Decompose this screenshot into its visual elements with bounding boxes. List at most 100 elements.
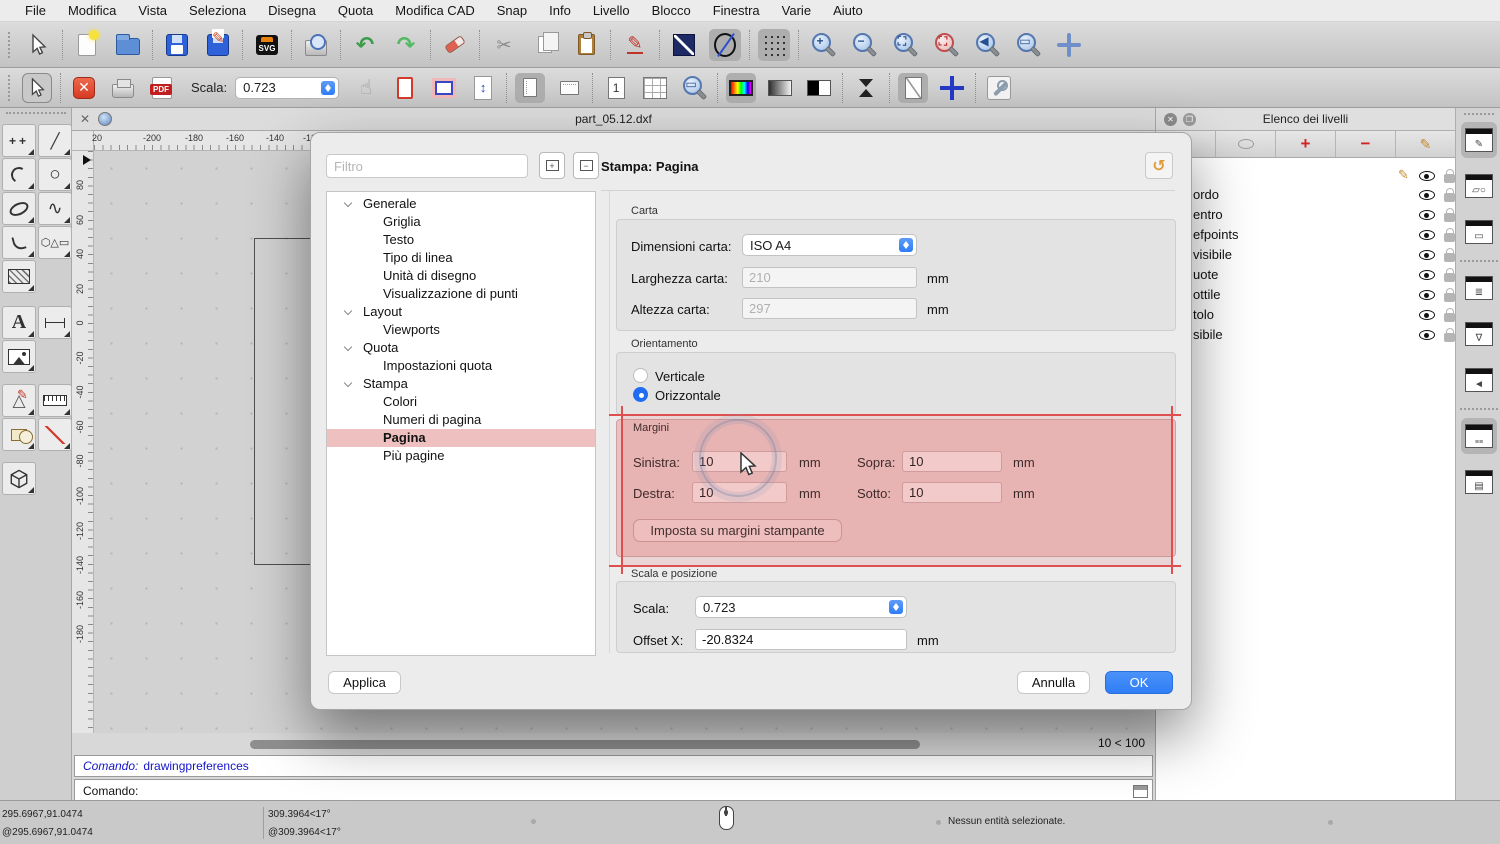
eye-icon[interactable] <box>1419 230 1435 240</box>
redo-button[interactable]: ↷ <box>390 29 422 61</box>
viewports-panel-button[interactable]: ▭ <box>1461 214 1497 250</box>
landscape-radio[interactable] <box>633 387 648 402</box>
remove-layer-button[interactable]: − <box>1336 131 1396 157</box>
tree-item-colori[interactable]: Colori <box>327 393 595 411</box>
open-file-button[interactable] <box>112 29 144 61</box>
grid-toggle-button[interactable] <box>758 28 790 61</box>
tree-item-pi-pagine[interactable]: Più pagine <box>327 447 595 465</box>
lock-icon[interactable] <box>1444 208 1455 222</box>
tree-item-visualizzazione-di-punti[interactable]: Visualizzazione di punti <box>327 285 595 303</box>
tree-item-stampa[interactable]: Stampa <box>327 375 595 393</box>
layer-row[interactable]: visibile <box>1156 245 1455 265</box>
new-file-button[interactable] <box>71 29 103 61</box>
paper-height-input[interactable]: 297 <box>742 298 917 319</box>
zoom-previous-button[interactable]: ◀ <box>971 29 1003 61</box>
menu-item[interactable]: Seleziona <box>178 3 257 18</box>
menu-item[interactable]: Aiuto <box>822 3 874 18</box>
margin-bottom-input[interactable]: 10 <box>902 482 1002 503</box>
edit-button[interactable]: ✎ <box>619 29 651 61</box>
point-tool-button[interactable]: ++ <box>2 124 36 157</box>
grayscale-button[interactable] <box>765 73 795 103</box>
draw-tools-button[interactable]: △ ✎ <box>2 384 36 417</box>
printer-margins-button[interactable]: Imposta su margini stampante <box>633 519 842 542</box>
command-line-panel-button[interactable]: ≡≡ <box>1461 418 1497 454</box>
cut-button[interactable]: ✂ <box>488 29 520 61</box>
lock-icon[interactable] <box>1444 188 1455 202</box>
print-preview-button[interactable] <box>300 29 332 61</box>
zoom-out-button[interactable]: − <box>848 29 880 61</box>
menu-item[interactable]: File <box>14 3 57 18</box>
ok-button[interactable]: OK <box>1105 671 1173 694</box>
multi-page-button[interactable] <box>640 73 670 103</box>
lock-icon[interactable] <box>1444 288 1455 302</box>
layer-list-panel-button[interactable]: ≣ <box>1461 270 1497 306</box>
horizontal-scrollbar[interactable]: 10 < 100 <box>94 733 1155 756</box>
menu-item[interactable]: Blocco <box>641 3 702 18</box>
hairline-button[interactable] <box>851 73 881 103</box>
property-editor-panel-button[interactable]: ✎ <box>1461 122 1497 158</box>
eye-icon[interactable] <box>1419 270 1435 280</box>
auto-center-button[interactable]: ↕ <box>468 73 498 103</box>
menu-item[interactable]: Vista <box>127 3 178 18</box>
menu-item[interactable]: Quota <box>327 3 384 18</box>
lock-icon[interactable] <box>1444 308 1455 322</box>
pan-page-button[interactable]: ☝ <box>351 73 381 103</box>
tree-item-pagina[interactable]: Pagina <box>327 429 595 447</box>
delete-button[interactable] <box>439 29 471 61</box>
expand-all-button[interactable]: + <box>539 152 565 179</box>
spline-tool-button[interactable]: ∿ <box>38 192 72 225</box>
eye-icon[interactable] <box>1419 330 1435 340</box>
stepper-icon[interactable] <box>899 238 913 252</box>
offset-x-input[interactable]: -20.8324 <box>695 629 907 650</box>
tree-item-impostazioni-quota[interactable]: Impostazioni quota <box>327 357 595 375</box>
menu-item[interactable]: Modifica <box>57 3 127 18</box>
tree-item-layout[interactable]: Layout <box>327 303 595 321</box>
scale-combobox[interactable]: 0.723 <box>235 76 340 99</box>
eye-icon[interactable] <box>1419 190 1435 200</box>
auto-fit-page-button[interactable] <box>429 73 459 103</box>
tree-item-unit-di-disegno[interactable]: Unità di disegno <box>327 267 595 285</box>
close-preview-button[interactable]: ✕ <box>69 73 99 103</box>
clipboard-panel-button[interactable]: ▤ <box>1461 464 1497 500</box>
blocks-panel-button[interactable]: ▱○ <box>1461 168 1497 204</box>
apply-button[interactable]: Applica <box>328 671 401 694</box>
tree-item-tipo-di-linea[interactable]: Tipo di linea <box>327 249 595 267</box>
menu-item[interactable]: Livello <box>582 3 641 18</box>
tree-item-generale[interactable]: Generale <box>327 195 595 213</box>
panel-close-icon[interactable]: ✕ <box>1164 113 1177 126</box>
collapse-all-button[interactable]: − <box>573 152 599 179</box>
crosshair-button[interactable] <box>937 73 967 103</box>
pdf-export-button[interactable]: PDF <box>147 73 177 103</box>
save-button[interactable] <box>161 29 193 61</box>
preferences-button[interactable] <box>984 73 1014 103</box>
layer-row[interactable]: tolo <box>1156 305 1455 325</box>
print-button[interactable] <box>108 73 138 103</box>
select-tool-button[interactable] <box>22 29 54 61</box>
reset-button[interactable]: ↺ <box>1145 152 1173 179</box>
menu-item[interactable]: Disegna <box>257 3 327 18</box>
circle-tool-button[interactable]: ○ <box>38 158 72 191</box>
lock-icon[interactable] <box>1444 328 1455 342</box>
cancel-button[interactable]: Annulla <box>1017 671 1090 694</box>
black-white-button[interactable] <box>804 73 834 103</box>
polyline-tool-button[interactable] <box>2 226 36 259</box>
line-tool-button[interactable]: ╱ <box>38 124 72 157</box>
stepper-icon[interactable] <box>889 600 903 614</box>
layer-row-current[interactable]: ✎ <box>1156 166 1455 186</box>
library-browser-panel-button[interactable]: ◄ <box>1461 362 1497 398</box>
tree-item-griglia[interactable]: Griglia <box>327 213 595 231</box>
command-window-icon[interactable] <box>1133 784 1148 798</box>
preview-select-button[interactable] <box>22 72 52 103</box>
menu-item[interactable]: Modifica CAD <box>384 3 485 18</box>
svg-export-button[interactable]: SVG <box>251 29 283 61</box>
palette-drag-handle[interactable] <box>6 112 66 116</box>
lock-icon[interactable] <box>1444 228 1455 242</box>
eye-icon[interactable] <box>1419 290 1435 300</box>
toolbar-drag-handle[interactable] <box>8 74 14 101</box>
undo-button[interactable]: ↶ <box>349 29 381 61</box>
ellipse-tool-button[interactable] <box>709 28 741 61</box>
paste-button[interactable] <box>570 29 602 61</box>
layer-row[interactable]: sibile <box>1156 325 1455 345</box>
zoom-window-button[interactable]: ▭ <box>1012 29 1044 61</box>
dock-drag-handle[interactable] <box>1464 113 1494 115</box>
